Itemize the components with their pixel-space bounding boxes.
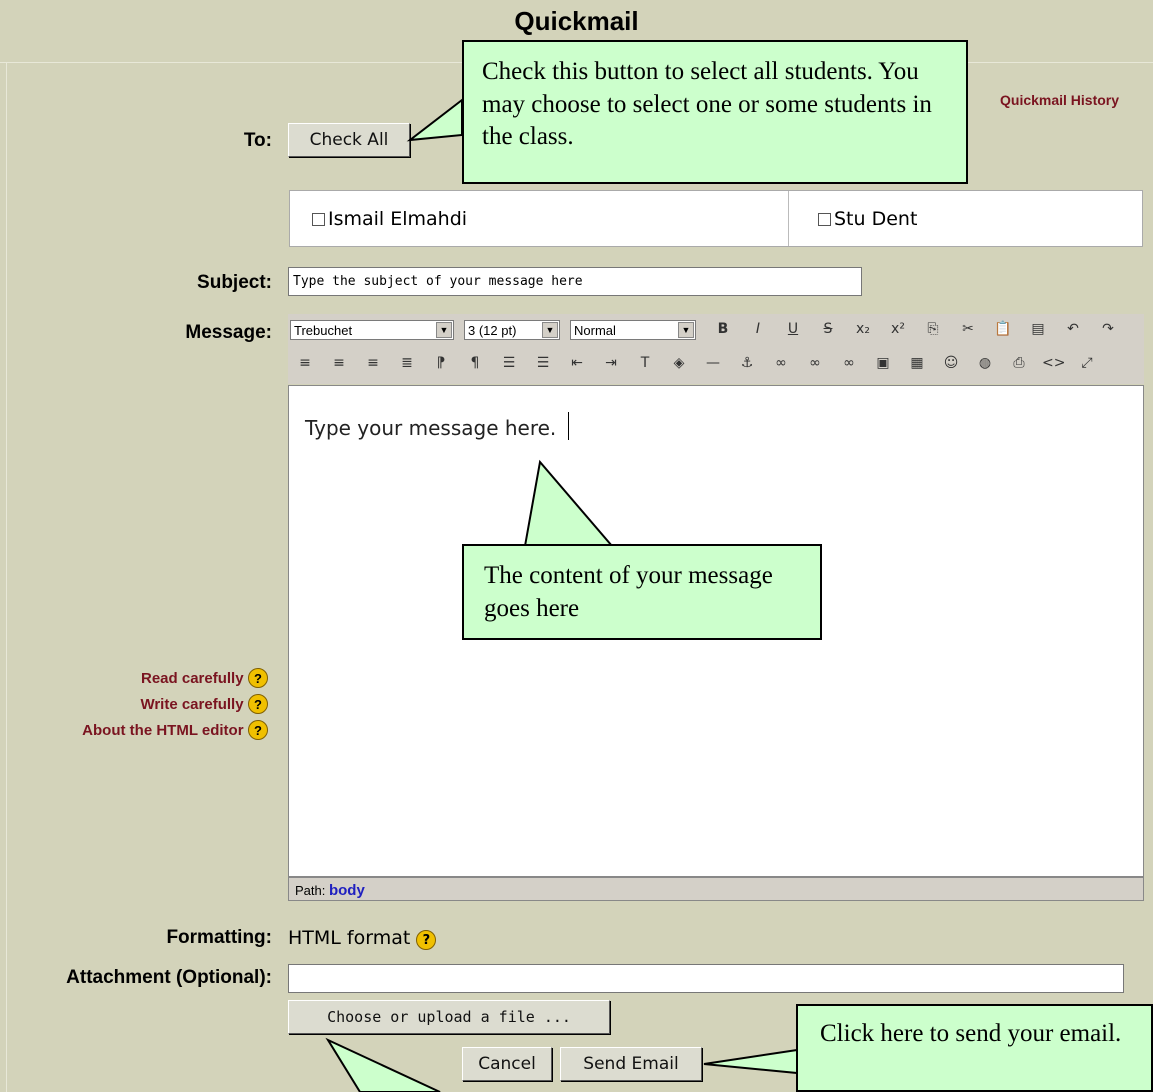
callout-pointer-choose-file [325,1037,441,1092]
callout-pointer-check-all [406,97,463,142]
callout-content: The content of your message goes here [462,544,822,640]
callout-pointer-send [703,1048,798,1075]
callout-pointer-content [523,459,615,547]
callout-send: Click here to send your email. [796,1004,1153,1092]
callout-check-all: Check this button to select all students… [462,40,968,184]
